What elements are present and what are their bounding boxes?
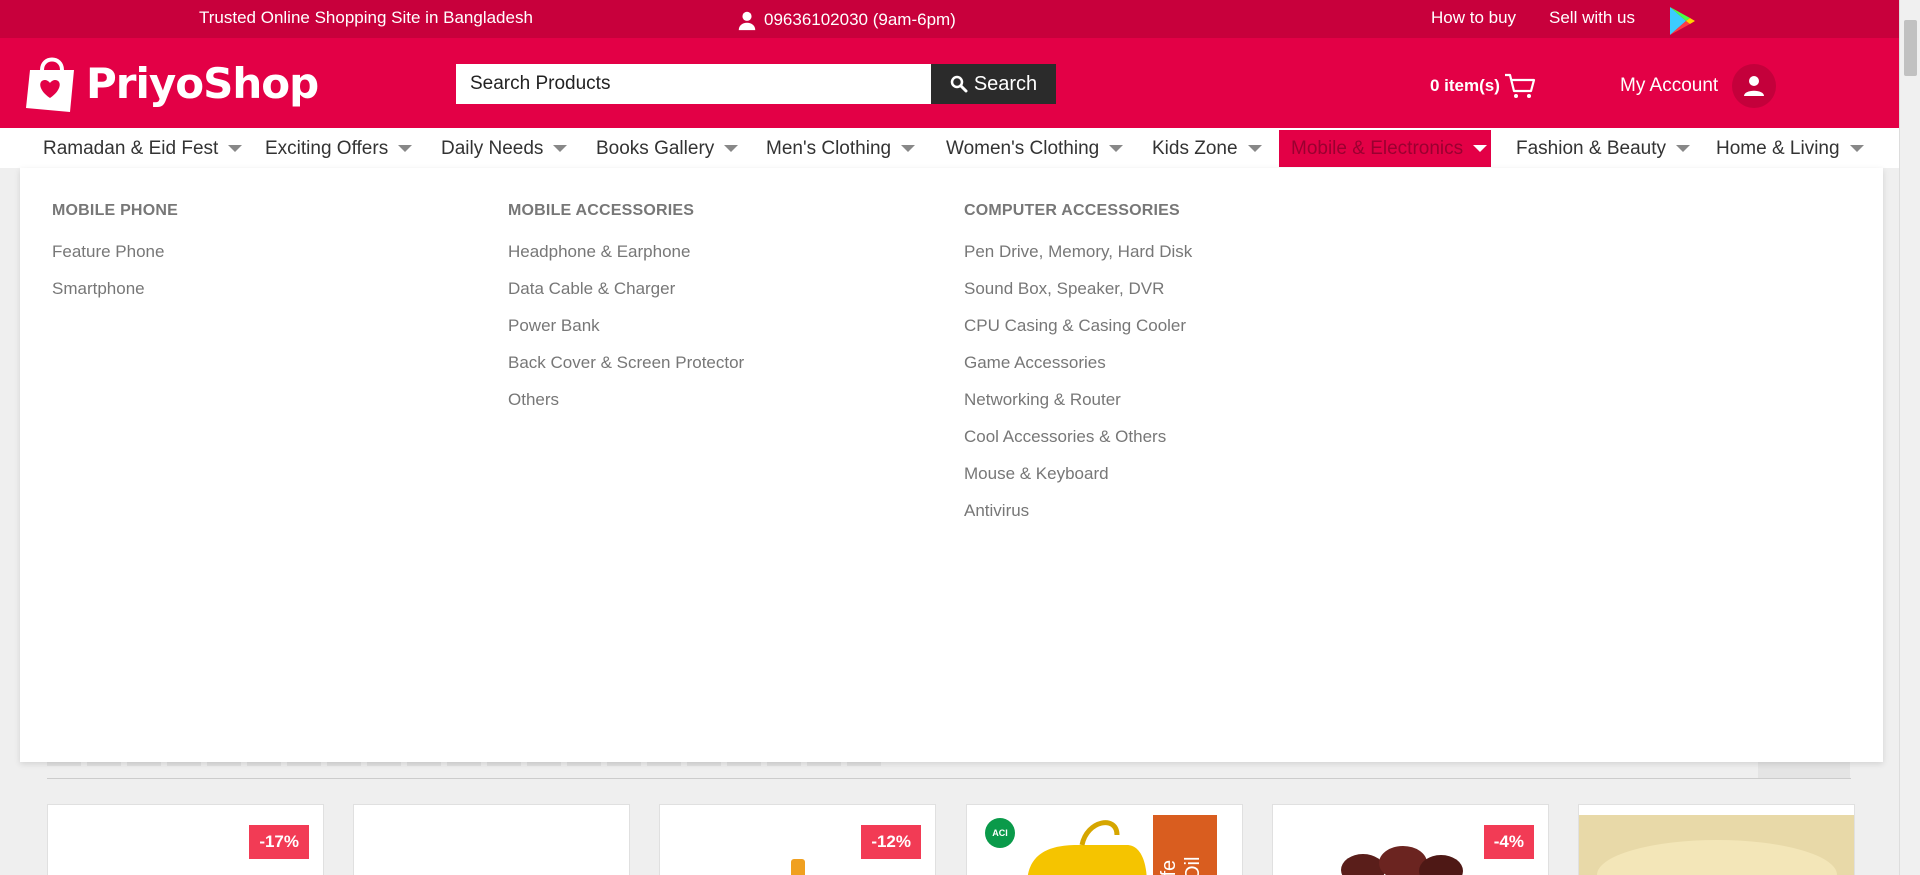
nav-label: Kids Zone — [1152, 137, 1238, 159]
nav-womens-clothing[interactable]: Women's Clothing — [934, 130, 1135, 167]
user-icon — [1744, 76, 1765, 96]
cart-button[interactable]: 0 item(s) — [1430, 72, 1536, 100]
site-tagline: Trusted Online Shopping Site in Banglade… — [199, 8, 533, 27]
nav-label: Ramadan & Eid Fest — [43, 137, 219, 159]
product-image: ife Oil — [1027, 815, 1217, 875]
nav-daily-needs[interactable]: Daily Needs — [429, 130, 579, 167]
product-image — [791, 859, 805, 875]
nav-fashion-beauty[interactable]: Fashion & Beauty — [1504, 130, 1702, 167]
menu-item-data-cable-charger[interactable]: Data Cable & Charger — [508, 279, 744, 316]
nav-label: Mobile & Electronics — [1291, 137, 1464, 159]
column-heading: MOBILE ACCESSORIES — [508, 202, 695, 219]
menu-item-smartphone[interactable]: Smartphone — [52, 279, 178, 316]
my-account-label: My Account — [1620, 75, 1719, 96]
logo-text: PriyoShop — [86, 58, 319, 108]
site-logo[interactable]: PriyoShop — [24, 52, 319, 114]
product-card[interactable]: -17% — [47, 804, 324, 875]
menu-item-headphone-earphone[interactable]: Headphone & Earphone — [508, 242, 744, 279]
how-to-buy-link[interactable]: How to buy — [1431, 8, 1516, 28]
avatar — [1732, 64, 1777, 108]
nav-label: Exciting Offers — [265, 137, 389, 159]
nav-mobile-electronics[interactable]: Mobile & Electronics — [1279, 130, 1491, 167]
nav-mens-clothing[interactable]: Men's Clothing — [754, 130, 927, 167]
product-card[interactable] — [1578, 804, 1855, 875]
cart-icon — [1504, 73, 1536, 98]
menu-item-cool-accessories-others[interactable]: Cool Accessories & Others — [964, 427, 1192, 464]
nav-label: Home & Living — [1716, 137, 1840, 159]
product-image — [148, 863, 208, 875]
nav-label: Women's Clothing — [946, 137, 1100, 159]
section-divider — [47, 778, 1851, 779]
main-header: PriyoShop Search 0 item(s) My Account — [0, 38, 1899, 128]
menu-item-sound-box-speaker-dvr[interactable]: Sound Box, Speaker, DVR — [964, 279, 1192, 316]
sell-with-us-link[interactable]: Sell with us — [1549, 8, 1635, 28]
menu-item-mouse-keyboard[interactable]: Mouse & Keyboard — [964, 464, 1192, 501]
dropdown-column-mobile-phone: MOBILE PHONE Feature Phone Smartphone — [52, 202, 178, 316]
search-bar: Search — [456, 64, 1056, 104]
svg-text:ife: ife — [1158, 860, 1180, 875]
cart-count: 0 item(s) — [1430, 76, 1500, 95]
caret-down-icon — [1109, 145, 1124, 152]
search-icon — [950, 75, 968, 93]
nav-label: Men's Clothing — [766, 137, 892, 159]
caret-down-icon — [1675, 145, 1690, 152]
caret-down-icon — [901, 145, 916, 152]
section-nav-obscured — [1758, 760, 1850, 778]
caret-down-icon — [553, 145, 568, 152]
top-bar: Trusted Online Shopping Site in Banglade… — [0, 0, 1899, 38]
product-image — [1341, 846, 1463, 875]
menu-item-networking-router[interactable]: Networking & Router — [964, 390, 1192, 427]
dropdown-column-mobile-accessories: MOBILE ACCESSORIES Headphone & Earphone … — [508, 202, 744, 427]
product-image — [1579, 815, 1854, 875]
user-headset-icon — [738, 11, 756, 31]
nav-home-living[interactable]: Home & Living — [1704, 130, 1876, 167]
page-scrollbar[interactable] — [1899, 0, 1920, 875]
product-card[interactable]: -4% — [1272, 804, 1549, 875]
caret-down-icon — [1849, 145, 1864, 152]
menu-item-cpu-casing-cooler[interactable]: CPU Casing & Casing Cooler — [964, 316, 1192, 353]
search-button-label: Search — [973, 72, 1038, 95]
search-input[interactable] — [456, 64, 931, 104]
column-heading: COMPUTER ACCESSORIES — [964, 202, 1180, 219]
nav-label: Fashion & Beauty — [1516, 137, 1666, 159]
caret-down-icon — [1473, 145, 1488, 152]
my-account-button[interactable]: My Account — [1620, 64, 1777, 108]
dropdown-column-computer-accessories: COMPUTER ACCESSORIES Pen Drive, Memory, … — [964, 202, 1192, 538]
discount-badge: -4% — [1483, 825, 1534, 859]
caret-down-icon — [228, 145, 243, 152]
product-image — [439, 855, 549, 875]
menu-item-power-bank[interactable]: Power Bank — [508, 316, 744, 353]
caret-down-icon — [724, 145, 739, 152]
caret-down-icon — [398, 145, 413, 152]
product-card[interactable]: ACI ife Oil — [966, 804, 1243, 875]
nav-books-gallery[interactable]: Books Gallery — [584, 130, 750, 167]
menu-item-antivirus[interactable]: Antivirus — [964, 501, 1192, 538]
nav-ramadan-eid-fest[interactable]: Ramadan & Eid Fest — [31, 130, 254, 167]
menu-item-others[interactable]: Others — [508, 390, 744, 427]
search-button[interactable]: Search — [931, 64, 1056, 104]
product-card[interactable] — [353, 804, 630, 875]
product-card[interactable]: -12% — [659, 804, 936, 875]
scrollbar-thumb[interactable] — [1904, 20, 1917, 76]
discount-badge: -12% — [861, 825, 921, 859]
menu-item-pen-drive-memory-hard-disk[interactable]: Pen Drive, Memory, Hard Disk — [964, 242, 1192, 279]
category-nav: Ramadan & Eid Fest Exciting Offers Daily… — [0, 128, 1899, 168]
discount-badge: -17% — [249, 825, 309, 859]
nav-label: Daily Needs — [441, 137, 544, 159]
nav-label: Books Gallery — [596, 137, 715, 159]
google-play-icon[interactable] — [1668, 6, 1696, 36]
svg-text:Oil: Oil — [1182, 857, 1204, 875]
mobile-electronics-dropdown: MOBILE PHONE Feature Phone Smartphone MO… — [20, 168, 1883, 762]
nav-exciting-offers[interactable]: Exciting Offers — [253, 130, 424, 167]
support-phone[interactable]: 09636102030 (9am-6pm) — [736, 9, 956, 31]
menu-item-game-accessories[interactable]: Game Accessories — [964, 353, 1192, 390]
support-phone-number: 09636102030 (9am-6pm) — [764, 10, 956, 29]
shopping-bag-logo-icon — [26, 57, 74, 112]
nav-kids-zone[interactable]: Kids Zone — [1140, 130, 1274, 167]
menu-item-feature-phone[interactable]: Feature Phone — [52, 242, 178, 279]
column-heading: MOBILE PHONE — [52, 202, 178, 219]
menu-item-back-cover-screen-protector[interactable]: Back Cover & Screen Protector — [508, 353, 744, 390]
caret-down-icon — [1247, 145, 1262, 152]
